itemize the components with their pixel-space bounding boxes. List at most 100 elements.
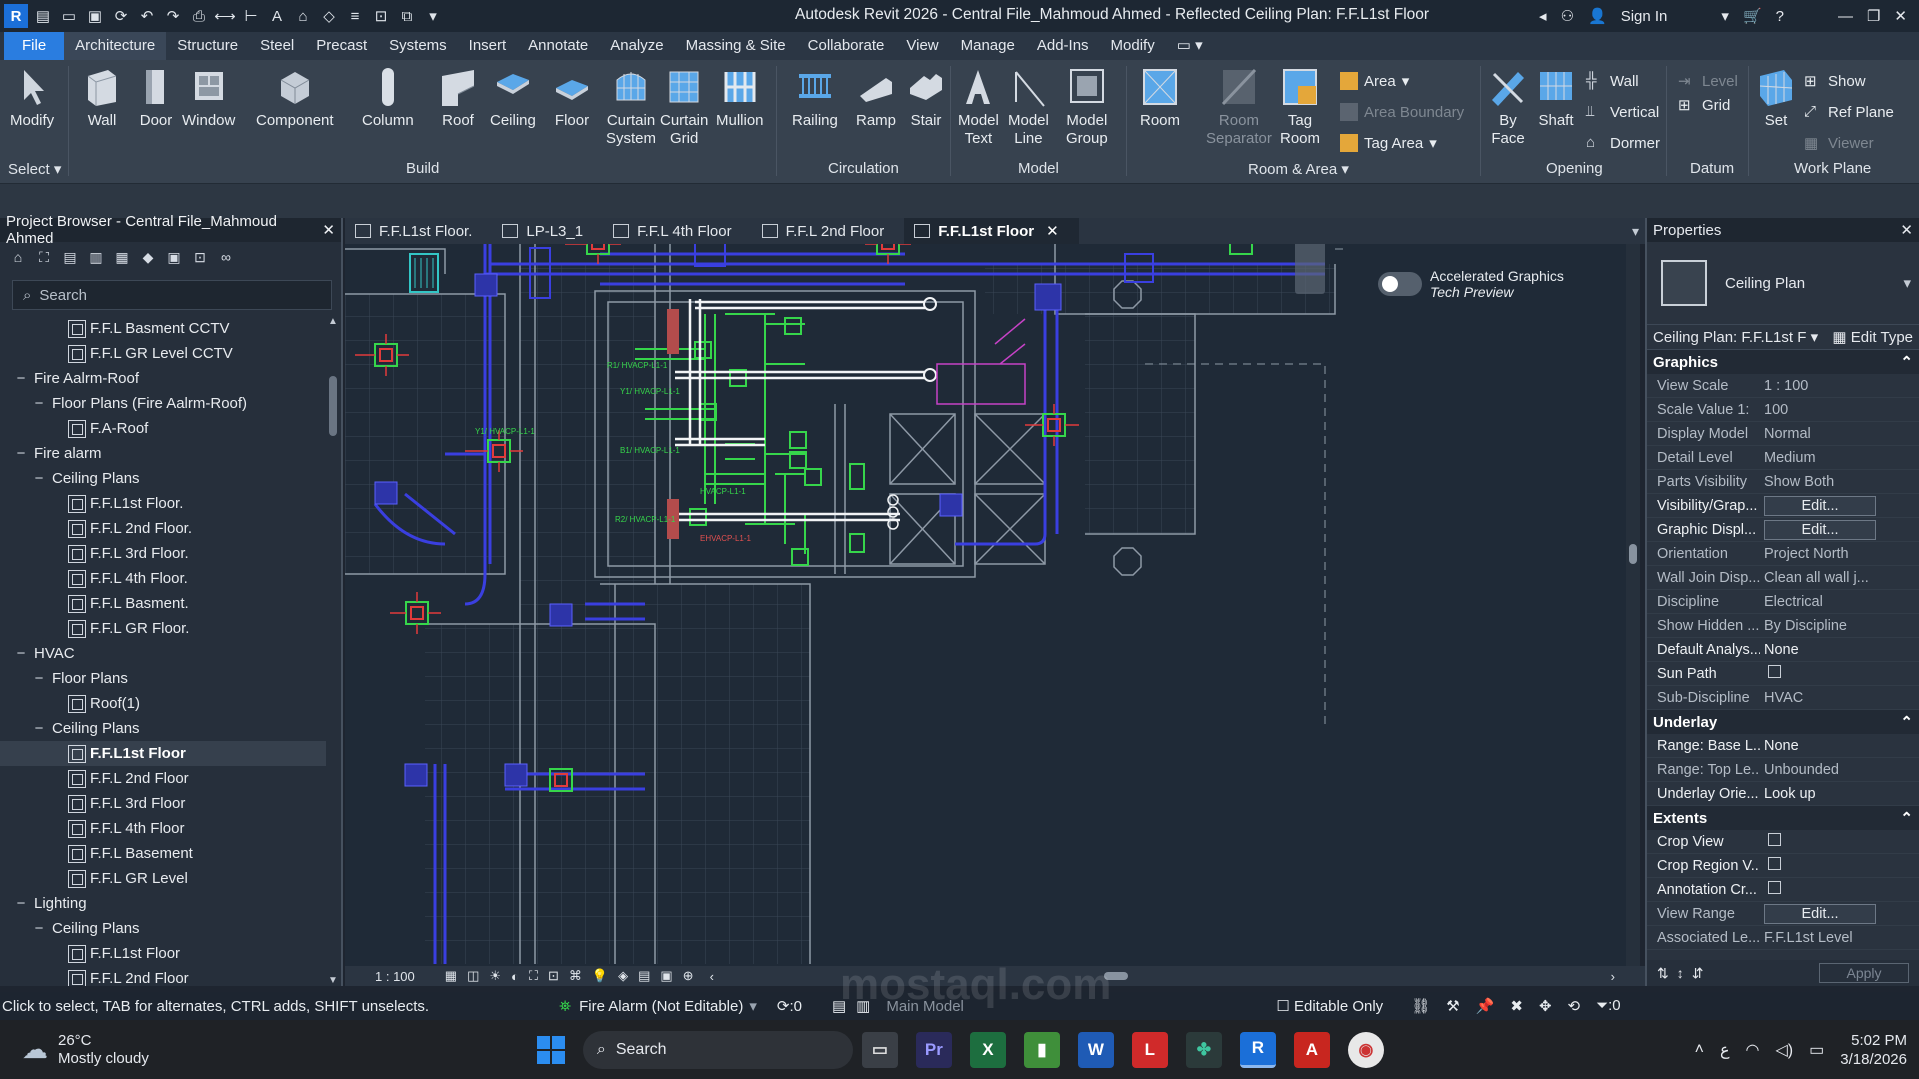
view-tab[interactable]: F.F.L 4th Floor bbox=[603, 218, 751, 244]
browser-tree-item[interactable]: − HVAC bbox=[0, 641, 326, 666]
thin-lines-icon[interactable]: ≡ bbox=[344, 5, 366, 27]
close-tab-icon[interactable]: ✕ bbox=[1046, 222, 1059, 240]
vertical-opening-button[interactable]: ⫫ Vertical bbox=[1586, 103, 1659, 121]
collapse-toggle-icon[interactable]: − bbox=[14, 445, 28, 462]
property-checkbox[interactable] bbox=[1768, 665, 1781, 678]
customize-icon[interactable]: ▾ bbox=[422, 5, 444, 27]
browser-tree-item[interactable]: F.F.L Basement bbox=[0, 841, 326, 866]
browser-scrollbar[interactable]: ▲ ▼ bbox=[327, 316, 339, 986]
curtain-grid-button[interactable]: Curtain Grid bbox=[660, 66, 708, 148]
revit-taskbar-icon[interactable]: R bbox=[1239, 1031, 1276, 1068]
taskbar-search[interactable]: ⌕ Search bbox=[582, 1030, 853, 1069]
browser-tree-item[interactable]: F.F.L 3rd Floor. bbox=[0, 541, 326, 566]
area-button[interactable]: Area ▾ bbox=[1340, 72, 1409, 90]
language-icon[interactable]: ع bbox=[1720, 1040, 1730, 1060]
select-pinned-icon[interactable]: 📌 bbox=[1476, 997, 1495, 1015]
word-icon[interactable]: W bbox=[1077, 1031, 1114, 1068]
browser-search-field[interactable]: ⌕ Search bbox=[12, 280, 332, 310]
workset-selector[interactable]: Fire Alarm (Not Editable) bbox=[579, 998, 743, 1015]
property-group-header[interactable]: Underlay ⌃ bbox=[1647, 710, 1919, 734]
property-edit-button[interactable]: Edit... bbox=[1764, 903, 1876, 924]
chrome-icon[interactable]: ◉ bbox=[1347, 1031, 1384, 1068]
browser-tree-item[interactable]: − Lighting bbox=[0, 891, 326, 916]
select-links-icon[interactable]: ⛓ bbox=[1411, 997, 1430, 1015]
browser-tree-item[interactable]: F.F.L 3rd Floor bbox=[0, 791, 326, 816]
clock[interactable]: 5:02 PM 3/18/2026 bbox=[1840, 1031, 1907, 1069]
browser-tree-item[interactable]: F.F.L GR Floor. bbox=[0, 616, 326, 641]
dimension-icon[interactable]: ⊢ bbox=[240, 5, 262, 27]
tab-menu-icon[interactable]: ▾ bbox=[1632, 223, 1639, 240]
property-group-header[interactable]: Graphics ⌃ bbox=[1647, 350, 1919, 374]
l-app-icon[interactable]: L bbox=[1131, 1031, 1168, 1068]
property-value[interactable]: Clean all wall j... bbox=[1760, 570, 1919, 586]
scroll-right-icon[interactable]: › bbox=[1611, 969, 1615, 984]
switch-windows-icon[interactable]: ⧉ bbox=[396, 5, 418, 27]
minimize-icon[interactable]: — bbox=[1838, 8, 1853, 25]
property-group-header[interactable]: Extents ⌃ bbox=[1647, 806, 1919, 830]
highlight-displacement-icon[interactable]: ▤ bbox=[638, 968, 650, 984]
show-crop-icon[interactable]: ⊡ bbox=[548, 968, 559, 984]
section-icon[interactable]: ◇ bbox=[318, 5, 340, 27]
drag-elements-icon[interactable]: ✥ bbox=[1539, 997, 1552, 1015]
property-checkbox[interactable] bbox=[1768, 881, 1781, 894]
close-browser-icon[interactable]: ✕ bbox=[322, 221, 335, 239]
select-underlay-icon[interactable]: ⚒ bbox=[1446, 997, 1459, 1015]
dormer-button[interactable]: ⌂ Dormer bbox=[1586, 134, 1660, 152]
sun-path-icon[interactable]: ☀ bbox=[489, 968, 501, 984]
battery-icon[interactable]: ▭ bbox=[1809, 1040, 1824, 1060]
browser-tree-item[interactable]: − Ceiling Plans bbox=[0, 916, 326, 941]
editable-only-checkbox[interactable]: ☐ Editable Only bbox=[1276, 997, 1383, 1015]
apply-button[interactable]: Apply bbox=[1819, 963, 1909, 983]
background-process-icon[interactable]: ⟲ bbox=[1568, 997, 1581, 1015]
property-value[interactable]: 1 : 100 bbox=[1760, 378, 1919, 394]
property-value[interactable]: Project North bbox=[1760, 546, 1919, 562]
ramp-button[interactable]: Ramp bbox=[856, 66, 896, 130]
temporary-hide-icon[interactable]: ⌘ bbox=[569, 968, 582, 984]
close-hidden-icon[interactable]: ⊡ bbox=[370, 5, 392, 27]
tab-collaborate[interactable]: Collaborate bbox=[797, 32, 896, 60]
browser-tree-item[interactable]: F.F.L Basment CCTV bbox=[0, 316, 326, 341]
user-icon[interactable]: 👤 bbox=[1588, 7, 1607, 25]
dropdown-icon[interactable]: ▾ bbox=[1721, 7, 1729, 25]
wifi-icon[interactable]: ◠ bbox=[1746, 1040, 1760, 1060]
tab-manage[interactable]: Manage bbox=[950, 32, 1026, 60]
property-checkbox[interactable] bbox=[1768, 833, 1781, 846]
property-value[interactable]: Show Both bbox=[1760, 474, 1919, 490]
select-panel-label[interactable]: Select ▾ bbox=[8, 160, 61, 178]
property-value[interactable]: Unbounded bbox=[1760, 762, 1919, 778]
acrobat-icon[interactable]: A bbox=[1293, 1031, 1330, 1068]
shadows-icon[interactable]: ◐ bbox=[511, 969, 519, 984]
ref-plane-button[interactable]: ⤢ Ref Plane bbox=[1804, 103, 1894, 121]
door-button[interactable]: Door bbox=[136, 66, 176, 130]
excel-icon[interactable]: X bbox=[969, 1031, 1006, 1068]
canvas-vertical-scrollbar[interactable] bbox=[1626, 244, 1640, 966]
tab-view[interactable]: View bbox=[895, 32, 949, 60]
sign-in-link[interactable]: Sign In bbox=[1621, 8, 1668, 25]
main-model-icon[interactable]: ▥ bbox=[856, 997, 870, 1015]
reveal-hidden-icon[interactable]: 💡 bbox=[592, 968, 608, 984]
type-selector[interactable]: Ceiling Plan ▾ bbox=[1647, 242, 1919, 324]
reveal-constraints-icon[interactable]: ⊕ bbox=[683, 968, 694, 984]
tag-area-button[interactable]: Tag Area ▾ bbox=[1340, 134, 1437, 152]
collapse-toggle-icon[interactable]: − bbox=[14, 895, 28, 912]
property-value[interactable]: None bbox=[1760, 642, 1919, 658]
workset-dropdown-icon[interactable]: ▾ bbox=[749, 997, 757, 1015]
browser-tree-item[interactable]: F.F.L 4th Floor bbox=[0, 816, 326, 841]
window-button[interactable]: Window bbox=[182, 66, 235, 130]
browser-tree-item[interactable]: F.F.L 2nd Floor bbox=[0, 766, 326, 791]
collapse-toggle-icon[interactable]: − bbox=[32, 670, 46, 687]
collapse-group-icon[interactable]: ⌃ bbox=[1900, 809, 1913, 827]
schedules-icon[interactable]: ▤ bbox=[60, 247, 80, 267]
floor-button[interactable]: Floor bbox=[552, 66, 592, 130]
instance-selector[interactable]: Ceiling Plan: F.F.L1st F ▾ bbox=[1653, 328, 1818, 346]
opening-by-face-button[interactable]: By Face bbox=[1488, 66, 1528, 148]
tag-room-button[interactable]: Tag Room bbox=[1280, 66, 1320, 148]
room-button[interactable]: Room bbox=[1140, 66, 1180, 130]
sync-icon[interactable]: ⟳ bbox=[110, 5, 132, 27]
edit-type-button[interactable]: ▦ Edit Type bbox=[1832, 328, 1913, 346]
analytical-model-icon[interactable]: ◈ bbox=[618, 968, 628, 984]
editing-requests-icon[interactable]: ⟳ bbox=[777, 997, 790, 1015]
select-by-face-icon[interactable]: ✖ bbox=[1510, 997, 1523, 1015]
view-tab[interactable]: F.F.L1st Floor. bbox=[345, 218, 492, 244]
tab-annotate[interactable]: Annotate bbox=[517, 32, 599, 60]
